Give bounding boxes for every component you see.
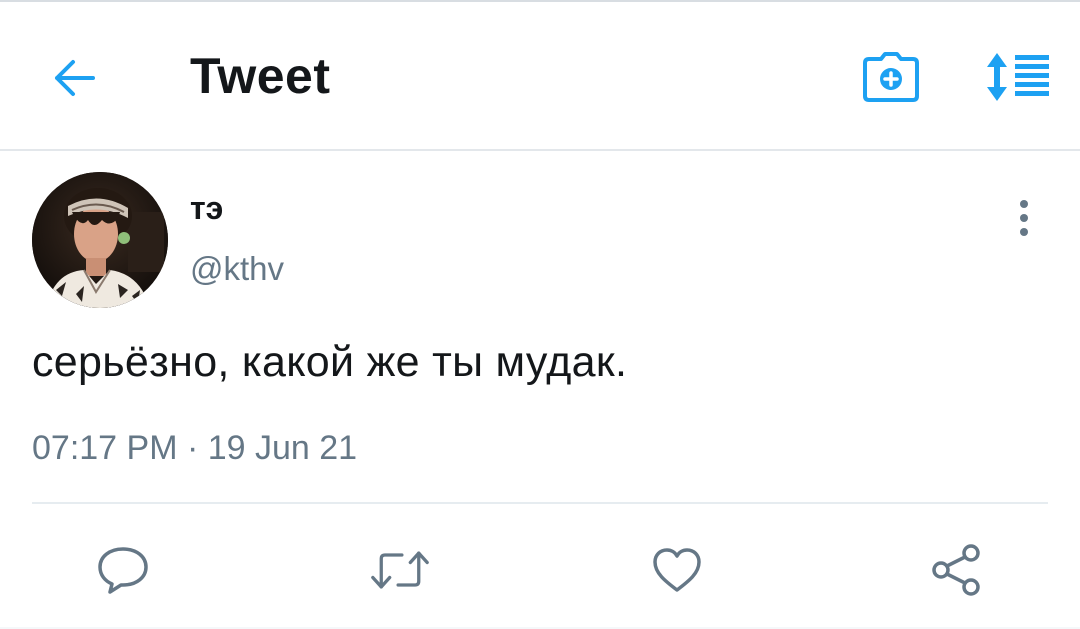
more-options-button[interactable] — [1004, 196, 1044, 240]
like-button[interactable] — [647, 540, 707, 600]
page-title: Tweet — [190, 48, 331, 104]
tweet-timestamp: 07:17 PM · 19 Jun 21 — [32, 429, 358, 467]
divider — [32, 502, 1048, 504]
back-button[interactable] — [48, 52, 100, 104]
camera-button[interactable] — [861, 50, 921, 104]
avatar[interactable] — [32, 172, 168, 308]
display-name[interactable]: тэ — [190, 188, 223, 228]
sort-button[interactable] — [982, 50, 1052, 104]
arrow-left-icon — [55, 60, 95, 96]
app-header: Tweet — [0, 2, 1080, 151]
reply-icon — [98, 547, 148, 594]
retweet-button[interactable] — [370, 540, 430, 600]
share-icon — [932, 544, 980, 596]
tweet-detail-screen: Tweet тэ @kthv серьёзно, какой же ты муд… — [0, 0, 1080, 629]
avatar-photo — [32, 172, 168, 308]
camera-plus-icon — [863, 52, 919, 102]
reply-button[interactable] — [93, 540, 153, 600]
share-button[interactable] — [926, 540, 986, 600]
sort-list-icon — [987, 53, 1049, 101]
retweet-icon — [371, 551, 429, 589]
more-vertical-icon — [1020, 200, 1028, 236]
heart-icon — [653, 548, 701, 592]
tweet-text: серьёзно, какой же ты мудак. — [32, 338, 628, 386]
user-handle[interactable]: @kthv — [190, 248, 284, 290]
